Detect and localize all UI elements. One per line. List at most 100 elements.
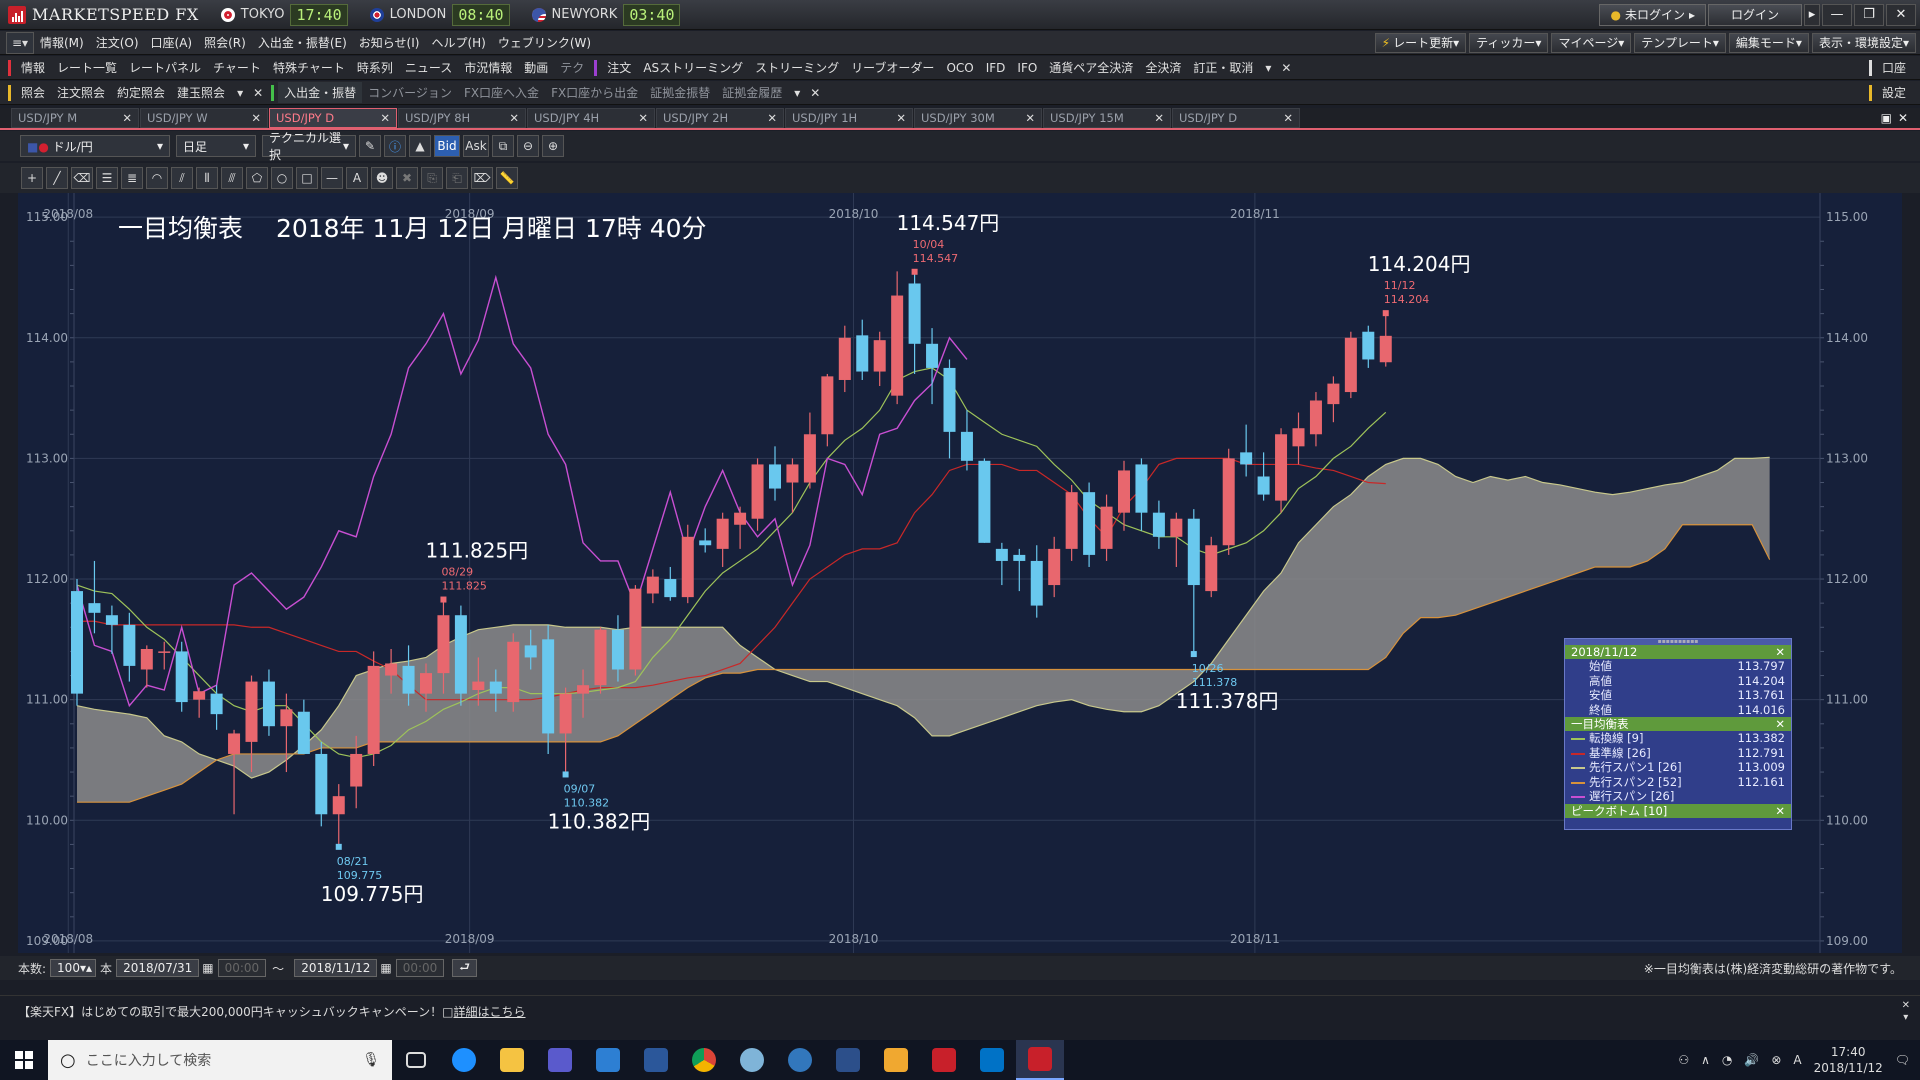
- tool-margin-transfer[interactable]: 証拠金振替: [644, 84, 716, 101]
- pen-icon[interactable]: ✎: [359, 135, 381, 157]
- rectangle-icon[interactable]: □: [296, 167, 318, 189]
- tool-streaming[interactable]: ストリーミング: [749, 59, 845, 76]
- calculator-icon[interactable]: [536, 1040, 584, 1080]
- close-icon[interactable]: ✕: [1898, 111, 1908, 125]
- rate-update-button[interactable]: ⚡ レート更新 ▾: [1374, 32, 1467, 53]
- tool-settings[interactable]: 設定: [1876, 84, 1912, 101]
- text-icon[interactable]: A: [346, 167, 368, 189]
- menu-transfer[interactable]: 入出金・振替(E): [252, 34, 353, 51]
- close-icon[interactable]: ✕: [249, 86, 267, 100]
- task-view-icon[interactable]: [392, 1040, 440, 1080]
- close-icon[interactable]: ✕: [1277, 61, 1295, 75]
- channel-icon[interactable]: ⫻: [221, 167, 243, 189]
- restore-button[interactable]: ❐: [1854, 3, 1884, 26]
- tab-9[interactable]: USD/JPY D ✕: [1172, 108, 1300, 128]
- toolbar-transfer-label[interactable]: 入出金・振替: [278, 82, 363, 103]
- toolbar-dropdown-icon[interactable]: ▾: [1259, 61, 1277, 75]
- tool-modify-cancel[interactable]: 訂正・取消: [1187, 59, 1259, 76]
- minimize-button[interactable]: —: [1822, 3, 1852, 26]
- expand-icon[interactable]: ▸: [1804, 3, 1820, 26]
- to-time-field[interactable]: 00:00: [395, 959, 445, 977]
- close-icon[interactable]: ✕: [1154, 111, 1164, 125]
- tool-video[interactable]: 動画: [518, 59, 554, 76]
- taskbar-clock[interactable]: 17:40 2018/11/12: [1814, 1044, 1883, 1076]
- count-select[interactable]: 100 ▾▴: [50, 959, 97, 977]
- tool-rate-panel[interactable]: レートパネル: [123, 59, 207, 76]
- tool-news[interactable]: ニュース: [399, 59, 458, 76]
- icon-stamp-icon[interactable]: ☻: [371, 167, 393, 189]
- ime-icon[interactable]: ⊗: [1771, 1053, 1781, 1067]
- from-time-field[interactable]: 00:00: [217, 959, 267, 977]
- fan-lines-icon[interactable]: ⫽: [171, 167, 193, 189]
- taskbar-search[interactable]: ○ ここに入力して検索 🎙: [48, 1040, 392, 1080]
- feather-app-icon[interactable]: [824, 1040, 872, 1080]
- tool-rate-list[interactable]: レート一覧: [51, 59, 123, 76]
- tool-margin-history[interactable]: 証拠金履歴: [716, 84, 788, 101]
- edge-icon[interactable]: [776, 1040, 824, 1080]
- windows-start-button[interactable]: [0, 1040, 48, 1080]
- erase-all-icon[interactable]: ⌦: [471, 167, 493, 189]
- bid-button[interactable]: Bid: [434, 135, 460, 157]
- tab-6[interactable]: USD/JPY 1H ✕: [785, 108, 913, 128]
- close-icon[interactable]: ✕: [896, 111, 906, 125]
- close-icon[interactable]: ✕: [509, 111, 519, 125]
- menu-info[interactable]: 情報(M): [34, 34, 90, 51]
- tool-execution-inquiry[interactable]: 約定照会: [111, 84, 171, 101]
- close-button[interactable]: ✕: [1886, 3, 1916, 26]
- vertical-lines-icon[interactable]: ⦀: [196, 167, 218, 189]
- tool-pair-settle-all[interactable]: 通貨ペア全決済: [1043, 59, 1139, 76]
- tool-special-chart[interactable]: 特殊チャート: [267, 59, 351, 76]
- tool-ifd[interactable]: IFD: [980, 61, 1012, 75]
- ask-button[interactable]: Ask: [463, 135, 489, 157]
- trendline-icon[interactable]: ╱: [46, 167, 68, 189]
- people-icon[interactable]: ⚇: [1678, 1053, 1689, 1067]
- tool-deposit[interactable]: FX口座へ入金: [458, 84, 545, 101]
- close-icon[interactable]: ✕: [251, 111, 261, 125]
- pair-select[interactable]: ■● ドル/円 ▾: [20, 135, 170, 157]
- chrome-icon[interactable]: [680, 1040, 728, 1080]
- calendar-icon[interactable]: ▦: [202, 961, 213, 975]
- tool-leave-order[interactable]: リーブオーダー: [845, 59, 940, 76]
- marketspeed-icon[interactable]: [920, 1040, 968, 1080]
- toolbar-dropdown-icon[interactable]: ▾: [788, 86, 806, 100]
- tool-oco[interactable]: OCO: [940, 61, 979, 75]
- tool-withdraw[interactable]: FX口座から出金: [545, 84, 644, 101]
- ruler-icon[interactable]: 📏: [496, 167, 518, 189]
- ichimoku-chart[interactable]: 115.00 115.00114.00 114.00113.00 113.00112.…: [18, 193, 1902, 953]
- window-app-icon[interactable]: [584, 1040, 632, 1080]
- tool-settle-all[interactable]: 全決済: [1139, 59, 1187, 76]
- app-bird-icon[interactable]: [728, 1040, 776, 1080]
- tool-market-info[interactable]: 市況情報: [458, 59, 518, 76]
- crosshair-icon[interactable]: +: [21, 167, 43, 189]
- from-date-field[interactable]: 2018/07/31: [116, 959, 200, 977]
- close-icon[interactable]: ✕: [767, 111, 777, 125]
- file-explorer-icon[interactable]: [488, 1040, 536, 1080]
- menu-toggle-icon[interactable]: ≡▾: [6, 31, 34, 54]
- microphone-icon[interactable]: 🎙: [362, 1052, 380, 1068]
- zoom-out-icon[interactable]: ⊖: [517, 135, 539, 157]
- info-panel[interactable]: ▪▪▪▪▪▪▪▪▪▪ 2018/11/12 ✕ 始値 113.797 高値 114.2…: [1564, 638, 1792, 830]
- close-icon[interactable]: ✕: [806, 86, 824, 100]
- tab-0[interactable]: USD/JPY M ✕: [11, 108, 139, 128]
- to-date-field[interactable]: 2018/11/12: [294, 959, 378, 977]
- delete-drawing-icon[interactable]: ✖: [396, 167, 418, 189]
- tab-7[interactable]: USD/JPY 30M ✕: [914, 108, 1042, 128]
- tool-tech[interactable]: テク: [554, 59, 590, 76]
- close-icon[interactable]: ✕: [1775, 645, 1785, 659]
- close-icon[interactable]: ✕: [122, 111, 132, 125]
- tool-time-series[interactable]: 時系列: [351, 59, 399, 76]
- volume-icon[interactable]: 🔊: [1744, 1053, 1759, 1067]
- period-select[interactable]: 日足 ▾: [176, 135, 256, 157]
- tool-ifo[interactable]: IFO: [1011, 61, 1043, 75]
- area-chart-icon[interactable]: ▲: [409, 135, 431, 157]
- fibonacci-arc-icon[interactable]: ◠: [146, 167, 168, 189]
- network-icon[interactable]: ◔: [1722, 1053, 1732, 1067]
- menu-notice[interactable]: お知らせ(I): [353, 34, 426, 51]
- menu-account[interactable]: 口座(A): [145, 34, 199, 51]
- internet-explorer-icon[interactable]: [440, 1040, 488, 1080]
- login-status[interactable]: ● 未ログイン ▸: [1599, 3, 1706, 26]
- notification-icon[interactable]: 🗨: [1895, 1053, 1910, 1067]
- outlook-icon[interactable]: [968, 1040, 1016, 1080]
- close-icon[interactable]: ✕: [1902, 1000, 1910, 1012]
- tool-conversion[interactable]: コンバージョン: [362, 84, 458, 101]
